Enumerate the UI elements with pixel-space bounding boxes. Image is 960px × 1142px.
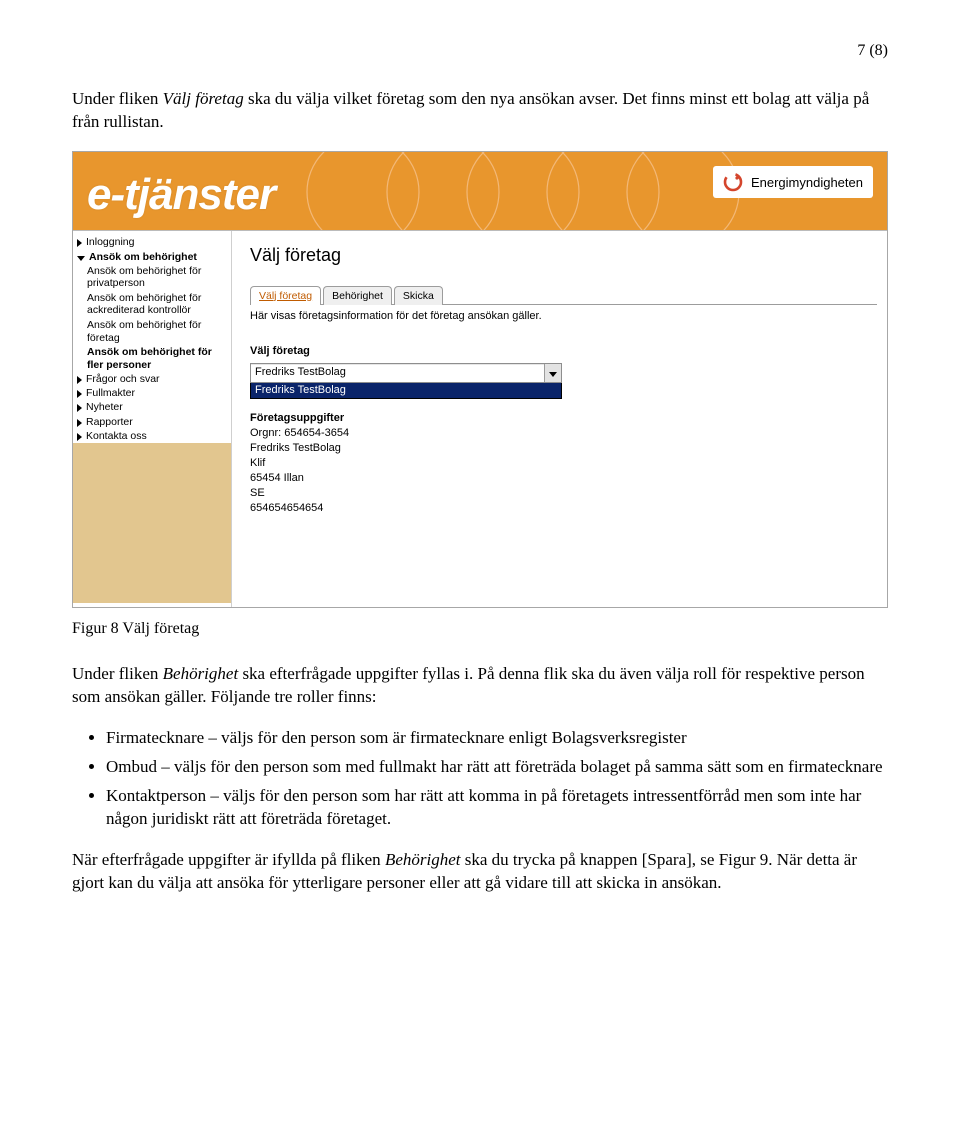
chevron-right-icon — [77, 419, 82, 427]
chevron-right-icon — [77, 433, 82, 441]
phone: 654654654654 — [250, 502, 323, 514]
page-title: Välj företag — [250, 243, 877, 267]
chevron-right-icon — [77, 404, 82, 412]
sidebar-spacer — [73, 443, 231, 603]
sidebar-item-fler-personer[interactable]: Ansök om behörighet för fler personer — [73, 345, 231, 372]
chevron-right-icon — [77, 376, 82, 384]
sidebar-item-label: Ansök om behörighet för privatperson — [87, 265, 225, 290]
tab-description: Här visas företagsinformation för det fö… — [250, 309, 877, 324]
sidebar-item-privatperson[interactable]: Ansök om behörighet för privatperson — [73, 264, 231, 291]
tab-name-ref: Behörighet — [163, 664, 239, 683]
company-name: Fredriks TestBolag — [250, 442, 341, 454]
sidebar-item-label: Ansök om behörighet för ackrediterad kon… — [87, 292, 225, 317]
sidebar-item-kontakta[interactable]: Kontakta oss — [73, 429, 231, 443]
sidebar-item-inloggning[interactable]: Inloggning — [73, 235, 231, 249]
orgnr-label: Orgnr: — [250, 427, 284, 439]
paragraph-2: Under fliken Behörighet ska efterfrågade… — [72, 663, 888, 709]
company-select[interactable]: Fredriks TestBolag — [250, 363, 562, 383]
text: Under fliken — [72, 89, 163, 108]
chevron-right-icon — [77, 239, 82, 247]
country: SE — [250, 487, 265, 499]
list-item: Ombud – väljs för den person som med ful… — [106, 756, 888, 779]
sidebar-item-label: Rapporter — [86, 416, 133, 428]
sidebar-item-ansok-behorighet[interactable]: Ansök om behörighet — [73, 250, 231, 264]
brand-swirl-icon — [723, 172, 743, 192]
roles-list: Firmatecknare – väljs för den person som… — [72, 727, 888, 831]
tab-row: Välj företag Behörighet Skicka — [250, 286, 877, 305]
sidebar-item-label: Fullmakter — [86, 387, 135, 399]
sidebar-item-rapporter[interactable]: Rapporter — [73, 415, 231, 429]
chevron-right-icon — [77, 390, 82, 398]
sidebar-item-label: Ansök om behörighet — [89, 251, 197, 263]
sidebar-item-label: Ansök om behörighet för företag — [87, 319, 225, 344]
tab-valj-foretag[interactable]: Välj företag — [250, 286, 321, 305]
app-header: e-tjänster Energimyndigheten — [73, 152, 887, 231]
paragraph-3: När efterfrågade uppgifter är ifyllda på… — [72, 849, 888, 895]
sidebar-item-label: Kontakta oss — [86, 430, 147, 442]
chevron-down-icon — [549, 372, 557, 377]
sidebar-item-label: Inloggning — [86, 236, 134, 248]
company-select-label: Välj företag — [250, 344, 877, 359]
main-panel: Välj företag Välj företag Behörighet Ski… — [232, 231, 887, 606]
orgnr-value: 654654-3654 — [284, 427, 349, 439]
addr-line2: 65454 Illan — [250, 472, 304, 484]
dropdown-button[interactable] — [544, 364, 561, 382]
paragraph-1: Under fliken Välj företag ska du välja v… — [72, 88, 888, 134]
text: När efterfrågade uppgifter är ifyllda på… — [72, 850, 385, 869]
tab-behorighet[interactable]: Behörighet — [323, 286, 392, 305]
company-select-option[interactable]: Fredriks TestBolag — [251, 382, 561, 399]
tab-skicka[interactable]: Skicka — [394, 286, 443, 305]
sidebar: Inloggning Ansök om behörighet Ansök om … — [73, 231, 232, 606]
screenshot-figure: e-tjänster Energimyndigheten Inloggning … — [72, 151, 888, 607]
list-item: Kontaktperson – väljs för den person som… — [106, 785, 888, 831]
tab-name-ref: Välj företag — [163, 89, 244, 108]
sidebar-item-fragor[interactable]: Frågor och svar — [73, 372, 231, 386]
addr-line1: Klif — [250, 457, 265, 469]
text: Under fliken — [72, 664, 163, 683]
sidebar-item-nyheter[interactable]: Nyheter — [73, 400, 231, 414]
sidebar-item-label: Frågor och svar — [86, 373, 160, 385]
page-number: 7 (8) — [72, 40, 888, 62]
brand-name: Energimyndigheten — [751, 174, 863, 192]
sidebar-item-fullmakter[interactable]: Fullmakter — [73, 386, 231, 400]
app-wordmark: e-tjänster — [87, 165, 275, 224]
company-select-popup: Fredriks TestBolag — [250, 382, 562, 400]
decorative-circles — [293, 152, 753, 231]
list-item: Firmatecknare – väljs för den person som… — [106, 727, 888, 750]
company-select-value: Fredriks TestBolag — [251, 365, 544, 380]
details-heading: Företagsuppgifter — [250, 412, 344, 424]
tab-name-ref: Behörighet — [385, 850, 461, 869]
sidebar-item-kontrollor[interactable]: Ansök om behörighet för ackrediterad kon… — [73, 291, 231, 318]
sidebar-item-label: Nyheter — [86, 401, 123, 413]
brand-badge: Energimyndigheten — [713, 166, 873, 198]
sidebar-item-foretag[interactable]: Ansök om behörighet för företag — [73, 318, 231, 345]
figure-caption: Figur 8 Välj företag — [72, 618, 888, 640]
chevron-down-icon — [77, 256, 85, 261]
sidebar-item-label: Ansök om behörighet för fler personer — [87, 346, 225, 371]
company-details: Företagsuppgifter Orgnr: 654654-3654 Fre… — [250, 411, 877, 515]
